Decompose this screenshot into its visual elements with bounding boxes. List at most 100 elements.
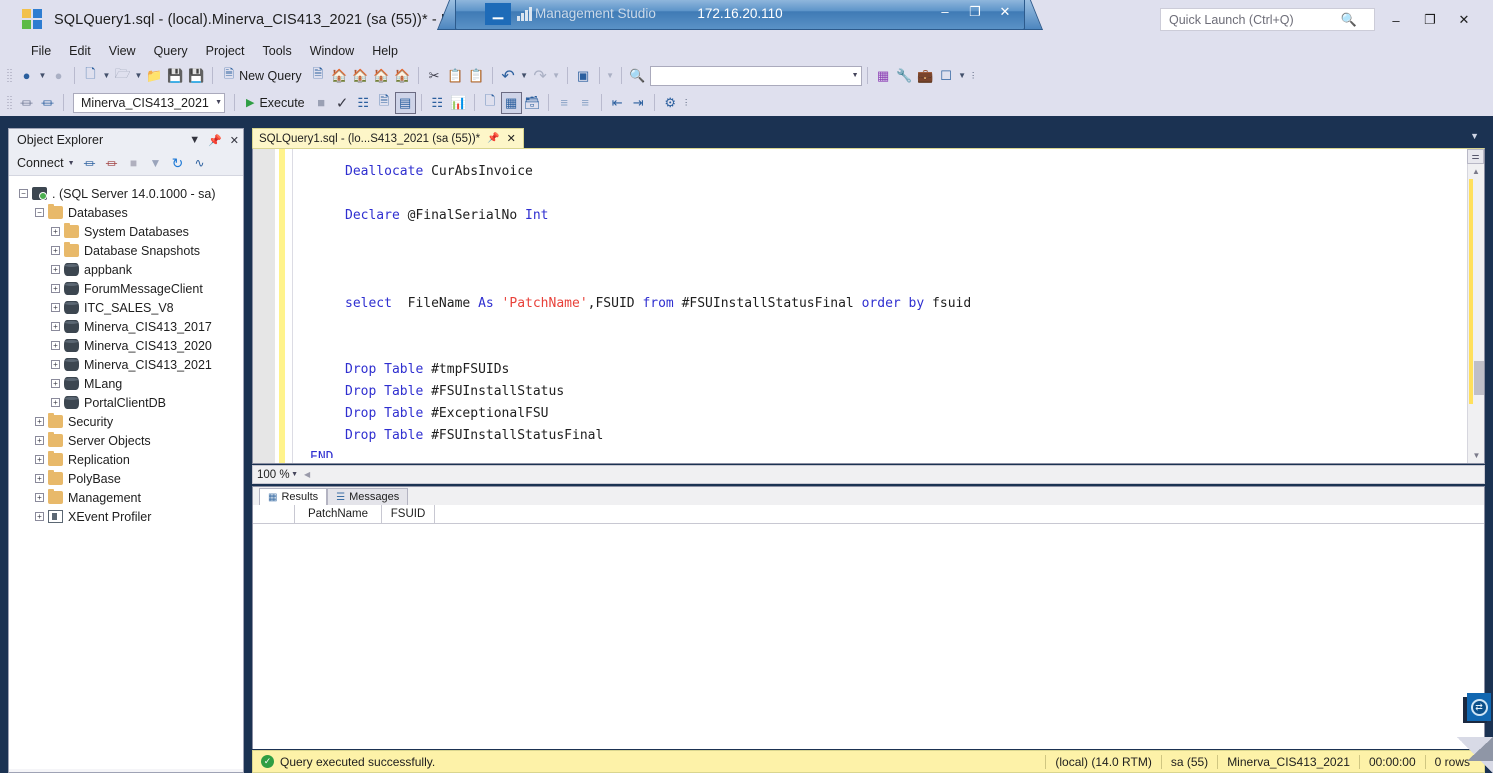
- tree-node[interactable]: + Security: [9, 412, 243, 431]
- close-icon[interactable]: ✕: [507, 132, 516, 145]
- expand-icon[interactable]: +: [51, 246, 60, 255]
- expand-icon[interactable]: +: [51, 227, 60, 236]
- new-analysis-query-icon[interactable]: 🗎: [308, 65, 329, 87]
- tree-node[interactable]: + MLang: [9, 374, 243, 393]
- results-grid[interactable]: PatchName FSUID: [253, 505, 1484, 749]
- find-combo[interactable]: ▼: [649, 65, 862, 86]
- expand-icon[interactable]: +: [35, 493, 44, 502]
- new-xmla-query-icon[interactable]: 🏠: [371, 65, 392, 87]
- refresh-icon[interactable]: ↻: [171, 155, 185, 172]
- query-options-icon[interactable]: 🗎: [374, 92, 395, 114]
- copy-icon[interactable]: 📋: [445, 65, 466, 87]
- tree-node[interactable]: + Database Snapshots: [9, 241, 243, 260]
- database-combo[interactable]: Minerva_CIS413_2021 ▼: [73, 92, 225, 113]
- filter-icon[interactable]: ▼: [149, 156, 163, 170]
- tree-node[interactable]: + Replication: [9, 450, 243, 469]
- close-button[interactable]: ✕: [1447, 9, 1481, 31]
- expand-icon[interactable]: +: [35, 474, 44, 483]
- connect-icon[interactable]: ⏛: [16, 92, 37, 114]
- disconnect-icon[interactable]: ⏛: [37, 92, 58, 114]
- editor-vertical-scrollbar[interactable]: ▲ ▼: [1467, 149, 1484, 463]
- results-to-text-icon[interactable]: 🗋: [480, 92, 501, 114]
- close-icon[interactable]: ✕: [230, 134, 239, 147]
- tab-overflow-icon[interactable]: ▼: [1470, 131, 1479, 141]
- navigate-backward-icon[interactable]: ●: [16, 65, 37, 87]
- tree-node[interactable]: + System Databases: [9, 222, 243, 241]
- tree-node[interactable]: + XEvent Profiler: [9, 507, 243, 526]
- scroll-down-arrow-icon[interactable]: ▼: [1468, 448, 1484, 463]
- cut-icon[interactable]: ✂: [424, 65, 445, 87]
- menu-query[interactable]: Query: [145, 42, 197, 60]
- execute-button[interactable]: ▶ Execute: [240, 92, 311, 114]
- toolbar-options-icon[interactable]: ⋮: [968, 71, 979, 80]
- expand-icon[interactable]: +: [35, 417, 44, 426]
- save-icon[interactable]: 💾: [165, 65, 186, 87]
- connect-button[interactable]: Connect ▼: [17, 156, 75, 170]
- parse-icon[interactable]: ✓: [332, 92, 353, 114]
- new-project-icon[interactable]: 🗋: [80, 65, 101, 87]
- results-tab-results[interactable]: ▦ Results: [259, 488, 328, 505]
- restore-button[interactable]: ❐: [1413, 9, 1447, 31]
- undo-icon[interactable]: ↶: [498, 65, 519, 87]
- expand-icon[interactable]: +: [35, 512, 44, 521]
- chevron-down-icon[interactable]: ▼: [189, 134, 200, 146]
- tree-node[interactable]: − Databases: [9, 203, 243, 222]
- zoom-level-combo[interactable]: 100 % ▼: [253, 466, 301, 483]
- new-mdx-query-icon[interactable]: 🏠: [329, 65, 350, 87]
- new-query-button[interactable]: 🗎 New Query: [218, 65, 308, 87]
- menu-help[interactable]: Help: [363, 42, 407, 60]
- wrench-icon[interactable]: 🔧: [894, 65, 915, 87]
- toolbar-grip[interactable]: [5, 94, 14, 112]
- uncomment-icon[interactable]: ≡: [575, 92, 596, 114]
- new-dmx-query-icon[interactable]: 🏠: [350, 65, 371, 87]
- launch-icon[interactable]: ▣: [573, 65, 594, 87]
- expand-icon[interactable]: +: [51, 379, 60, 388]
- chevron-down-icon[interactable]: ▼: [852, 72, 859, 79]
- editor-split-button[interactable]: ⚌: [1467, 149, 1484, 164]
- decrease-indent-icon[interactable]: ⇤: [607, 92, 628, 114]
- menu-view[interactable]: View: [100, 42, 145, 60]
- error-list-icon[interactable]: ☐: [936, 65, 957, 87]
- rdp-restore-button[interactable]: ❐: [967, 4, 983, 20]
- pin-icon[interactable]: 📌: [487, 133, 499, 144]
- menu-tools[interactable]: Tools: [254, 42, 301, 60]
- tree-node[interactable]: + PolyBase: [9, 469, 243, 488]
- tree-node[interactable]: + Server Objects: [9, 431, 243, 450]
- connect-plug-icon[interactable]: ⏛: [83, 155, 97, 172]
- collapse-icon[interactable]: −: [35, 208, 44, 217]
- navigate-backward-dropdown-icon[interactable]: ▼: [37, 71, 48, 80]
- menu-project[interactable]: Project: [197, 42, 254, 60]
- overflow-dropdown-icon[interactable]: ▼: [605, 71, 616, 80]
- toolbar-options-icon[interactable]: ⋮: [681, 98, 692, 107]
- toolbar-grip[interactable]: [5, 67, 14, 85]
- specify-values-icon[interactable]: ⚙: [660, 92, 681, 114]
- chevron-down-icon[interactable]: ▼: [68, 160, 75, 167]
- expand-icon[interactable]: +: [51, 265, 60, 274]
- open-file-dropdown-icon[interactable]: ▼: [133, 71, 144, 80]
- pin-icon[interactable]: 📌: [208, 134, 222, 147]
- editor-horizontal-scrollbar[interactable]: ◀: [301, 466, 1484, 483]
- object-explorer-tree[interactable]: −. (SQL Server 14.0.1000 - sa) − Databases…: [9, 176, 243, 769]
- grid-column-patchname[interactable]: PatchName: [295, 505, 382, 523]
- open-folder-icon[interactable]: 📁: [144, 65, 165, 87]
- expand-icon[interactable]: +: [51, 322, 60, 331]
- quick-launch-input[interactable]: [1161, 9, 1339, 30]
- results-tab-messages[interactable]: ☰ Messages: [327, 488, 409, 505]
- tree-node[interactable]: + appbank: [9, 260, 243, 279]
- open-file-icon[interactable]: 🗁: [112, 65, 133, 87]
- toolbox-icon[interactable]: 💼: [915, 65, 936, 87]
- include-client-statistics-icon[interactable]: 📊: [448, 92, 469, 114]
- new-xmla2-query-icon[interactable]: 🏠: [392, 65, 413, 87]
- scroll-up-arrow-icon[interactable]: ▲: [1468, 164, 1484, 179]
- chevron-down-icon[interactable]: ▼: [215, 99, 222, 106]
- expand-icon[interactable]: +: [51, 360, 60, 369]
- tree-node[interactable]: + ForumMessageClient: [9, 279, 243, 298]
- grid-column-fsuid[interactable]: FSUID: [382, 505, 435, 523]
- disconnect-plug-icon[interactable]: ⏛: [105, 155, 119, 172]
- increase-indent-icon[interactable]: ⇥: [628, 92, 649, 114]
- panel-dropdown-icon[interactable]: ▼: [957, 71, 968, 80]
- scroll-left-arrow-icon[interactable]: ◀: [304, 470, 310, 479]
- results-to-grid-icon[interactable]: ▦: [500, 91, 522, 114]
- scrollbar-thumb[interactable]: [1474, 361, 1484, 396]
- teamviewer-icon[interactable]: ⇄: [1463, 693, 1491, 727]
